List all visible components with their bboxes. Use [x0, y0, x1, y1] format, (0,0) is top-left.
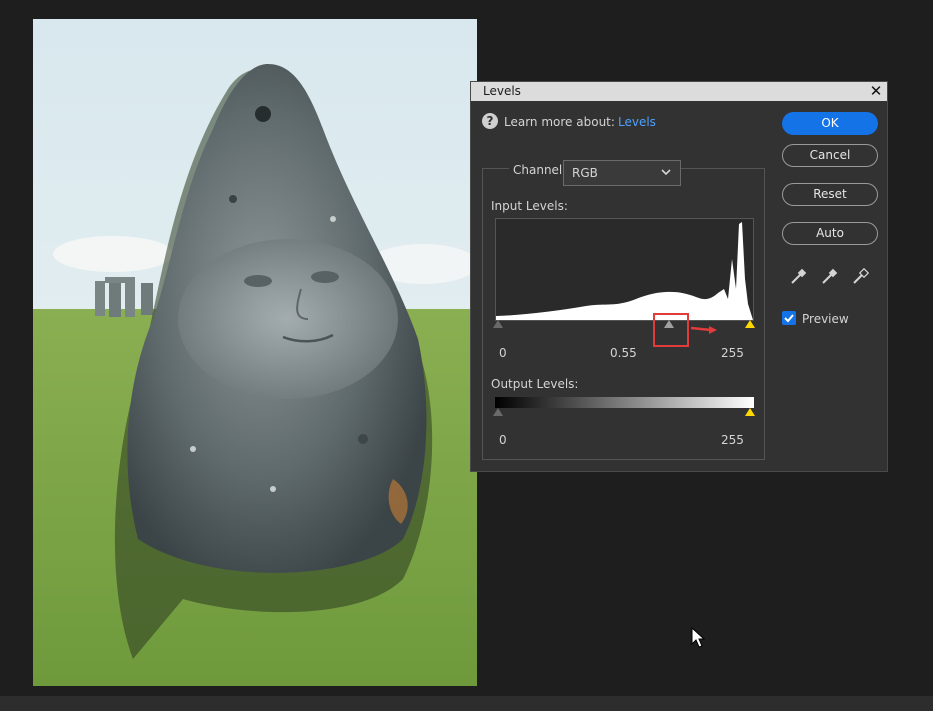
close-icon[interactable]: ✕: [869, 82, 883, 100]
output-white-value[interactable]: 255: [721, 433, 744, 447]
input-white-value[interactable]: 255: [721, 346, 744, 360]
help-icon[interactable]: ?: [482, 113, 498, 129]
input-white-point-handle[interactable]: [745, 320, 755, 328]
cancel-button[interactable]: Cancel: [782, 144, 878, 167]
chevron-down-icon: [660, 166, 672, 181]
channel-label: Channel:: [509, 163, 571, 177]
input-levels-label: Input Levels:: [491, 199, 568, 213]
annotation-arrow: [690, 324, 723, 339]
input-gamma-value[interactable]: 0.55: [610, 346, 637, 360]
eyedropper-gray-icon[interactable]: [820, 268, 838, 286]
output-levels-slider[interactable]: [493, 408, 755, 420]
levels-dialog: Levels ✕ ? Learn more about: Levels Chan…: [470, 81, 888, 472]
output-black-point-handle[interactable]: [493, 408, 503, 416]
histogram: [495, 218, 754, 321]
learn-more-link[interactable]: Levels: [618, 115, 656, 129]
ok-button[interactable]: OK: [782, 112, 878, 135]
eyedropper-black-icon[interactable]: [789, 268, 807, 286]
eyedropper-white-icon[interactable]: [851, 267, 870, 286]
output-black-value[interactable]: 0: [499, 433, 507, 447]
preview-label[interactable]: Preview: [802, 312, 849, 326]
learn-more-text: Learn more about:: [504, 115, 615, 129]
document-image: [33, 19, 477, 686]
reset-button[interactable]: Reset: [782, 183, 878, 206]
checkmark-icon: [784, 314, 794, 323]
output-gradient: [495, 397, 754, 408]
mouse-cursor-icon: [691, 626, 706, 652]
annotation-highlight-box: [653, 313, 689, 347]
dialog-title: Levels: [483, 84, 521, 98]
input-black-point-handle[interactable]: [493, 320, 503, 328]
output-white-point-handle[interactable]: [745, 408, 755, 416]
output-levels-label: Output Levels:: [491, 377, 579, 391]
dialog-titlebar[interactable]: Levels ✕: [471, 82, 887, 101]
channel-dropdown[interactable]: RGB: [563, 160, 681, 186]
channel-value: RGB: [572, 166, 598, 180]
auto-button[interactable]: Auto: [782, 222, 878, 245]
input-black-value[interactable]: 0: [499, 346, 507, 360]
status-bar: [0, 696, 933, 711]
preview-checkbox[interactable]: [782, 311, 796, 325]
